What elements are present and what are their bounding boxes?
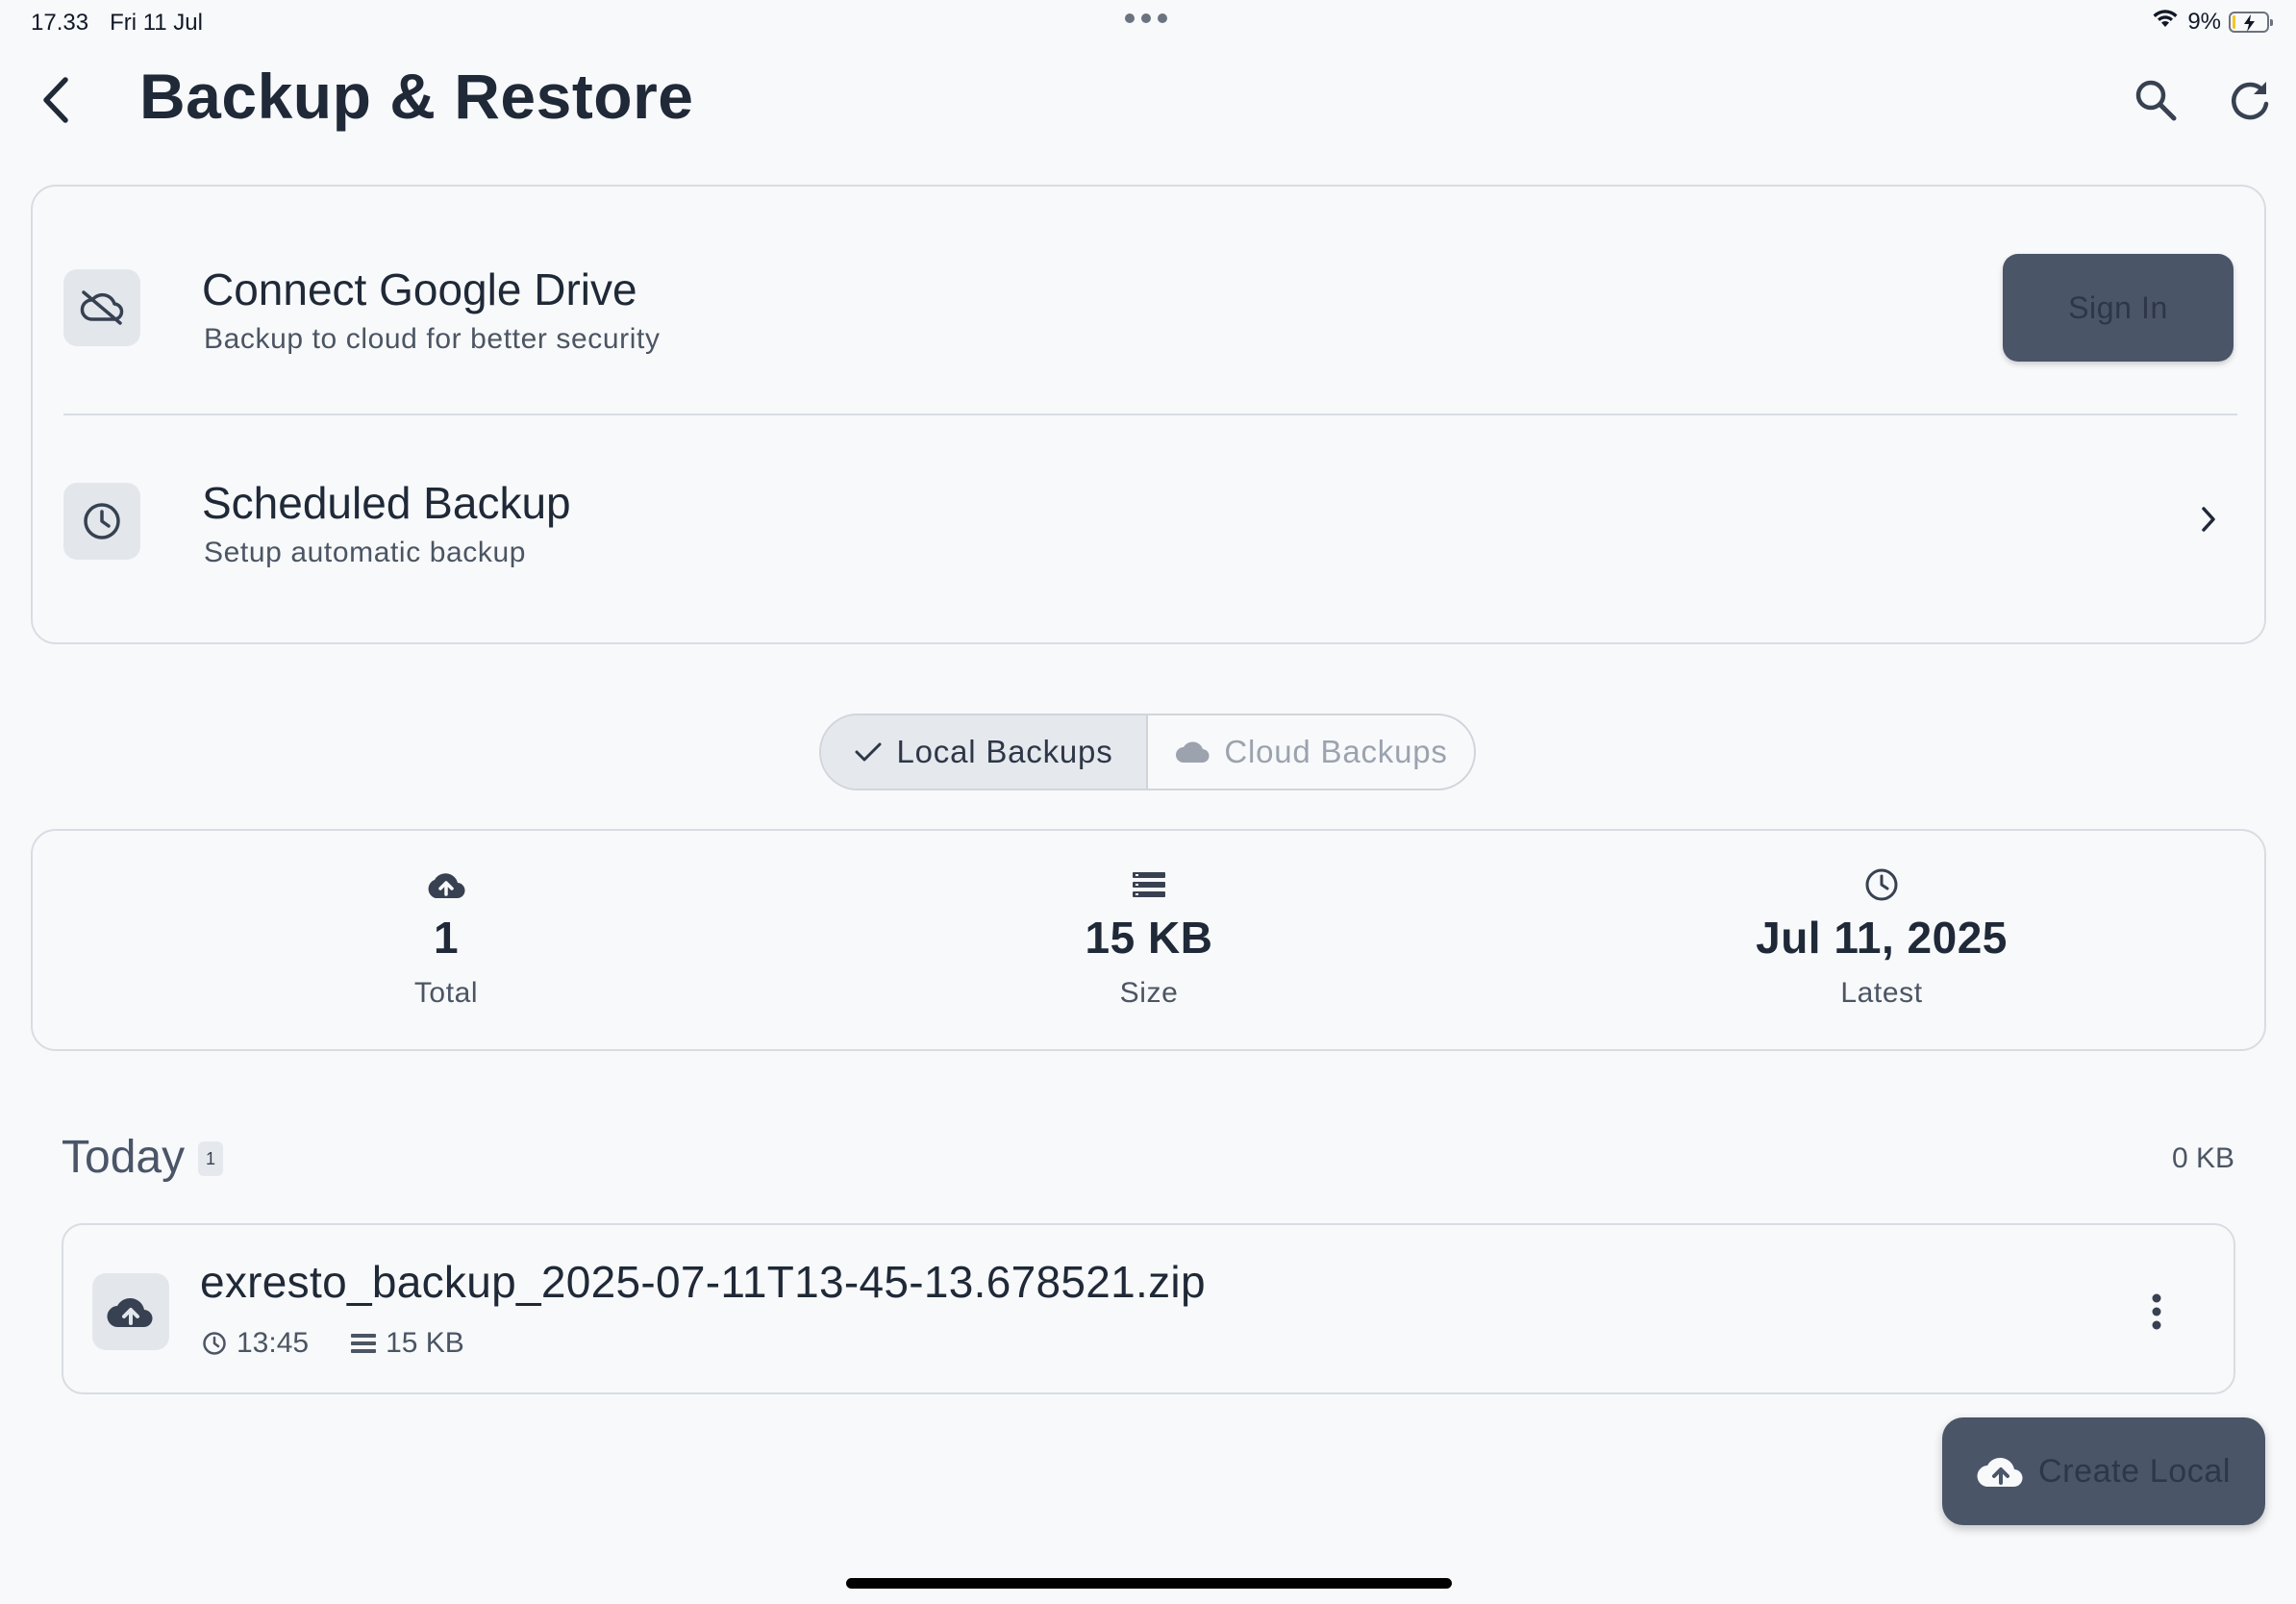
checkmark-icon bbox=[855, 742, 882, 762]
stat-latest: Jul 11, 2025 Latest bbox=[1593, 831, 2170, 1049]
more-vert-icon bbox=[2152, 1293, 2161, 1330]
stat-size-label: Size bbox=[1119, 977, 1179, 1009]
group-count-badge: 1 bbox=[198, 1141, 223, 1176]
backup-list-item[interactable]: exresto_backup_2025-07-11T13-45-13.67852… bbox=[62, 1223, 2235, 1394]
status-time: 17.33 bbox=[31, 10, 89, 36]
back-button[interactable] bbox=[29, 69, 83, 131]
search-button[interactable] bbox=[2127, 71, 2184, 129]
google-drive-title: Connect Google Drive bbox=[202, 264, 637, 314]
tab-cloud-backups[interactable]: Cloud Backups bbox=[1148, 715, 1474, 789]
battery-percent: 9% bbox=[2187, 8, 2221, 35]
tab-cloud-label: Cloud Backups bbox=[1224, 734, 1448, 769]
clock-icon bbox=[1864, 865, 1899, 904]
backup-time: 13:45 bbox=[237, 1327, 310, 1359]
stat-total-label: Total bbox=[413, 977, 479, 1009]
backup-meta: 13:45 15 KB bbox=[202, 1327, 464, 1360]
stat-total-value: 1 bbox=[433, 913, 460, 963]
create-local-backup-button[interactable]: Create Local bbox=[1942, 1417, 2265, 1525]
cloud-off-icon bbox=[63, 269, 140, 346]
stat-total: 1 Total bbox=[158, 831, 735, 1049]
create-local-label: Create Local bbox=[2038, 1452, 2231, 1490]
scheduled-backup-row[interactable]: Scheduled Backup Setup automatic backup bbox=[33, 415, 2264, 642]
more-options-button[interactable] bbox=[2137, 1285, 2176, 1339]
storage-icon bbox=[1132, 865, 1166, 904]
refresh-icon bbox=[2232, 82, 2269, 120]
scheduled-backup-subtitle: Setup automatic backup bbox=[204, 537, 527, 568]
back-chevron-icon bbox=[43, 77, 68, 123]
backup-file-name: exresto_backup_2025-07-11T13-45-13.67852… bbox=[200, 1257, 1206, 1307]
status-date: Fri 11 Jul bbox=[110, 10, 203, 36]
chevron-right-icon bbox=[2189, 500, 2228, 539]
storage-icon bbox=[351, 1334, 377, 1353]
battery-icon bbox=[2229, 11, 2273, 33]
backup-source-tabs: Local Backups Cloud Backups bbox=[819, 714, 1476, 790]
backup-stats-card: 1 Total 15 KB Size Jul 11, 2025 Latest bbox=[31, 829, 2266, 1051]
tab-local-backups[interactable]: Local Backups bbox=[821, 715, 1148, 789]
group-size: 0 KB bbox=[2171, 1142, 2234, 1174]
refresh-button[interactable] bbox=[2221, 71, 2279, 129]
stat-latest-value: Jul 11, 2025 bbox=[1756, 913, 2008, 963]
scheduled-backup-title: Scheduled Backup bbox=[202, 478, 571, 528]
cloud-upload-icon bbox=[92, 1273, 169, 1350]
cloud-icon bbox=[1176, 741, 1210, 764]
wifi-icon bbox=[2151, 8, 2180, 36]
tab-local-label: Local Backups bbox=[896, 734, 1113, 769]
home-indicator[interactable] bbox=[846, 1578, 1452, 1589]
backup-size: 15 KB bbox=[386, 1327, 464, 1359]
multitasking-dots[interactable] bbox=[1125, 13, 1167, 23]
cloud-upload-icon bbox=[1977, 1457, 2023, 1488]
group-title: Today bbox=[62, 1132, 186, 1183]
search-icon bbox=[2135, 80, 2177, 121]
clock-icon bbox=[63, 483, 140, 560]
clock-icon bbox=[203, 1332, 226, 1355]
backup-settings-card: Connect Google Drive Backup to cloud for… bbox=[31, 185, 2266, 644]
google-drive-row: Connect Google Drive Backup to cloud for… bbox=[33, 187, 2264, 414]
google-drive-subtitle: Backup to cloud for better security bbox=[204, 323, 661, 355]
stat-size-value: 15 KB bbox=[1085, 913, 1213, 963]
status-bar-left: 17.33 Fri 11 Jul bbox=[31, 10, 203, 37]
stat-latest-label: Latest bbox=[1840, 977, 1923, 1009]
cloud-upload-icon bbox=[425, 865, 467, 904]
sign-in-button[interactable]: Sign In bbox=[2003, 254, 2234, 362]
page-title: Backup & Restore bbox=[139, 61, 694, 132]
status-bar-right: 9% bbox=[2151, 8, 2273, 36]
stat-size: 15 KB Size bbox=[861, 831, 1437, 1049]
